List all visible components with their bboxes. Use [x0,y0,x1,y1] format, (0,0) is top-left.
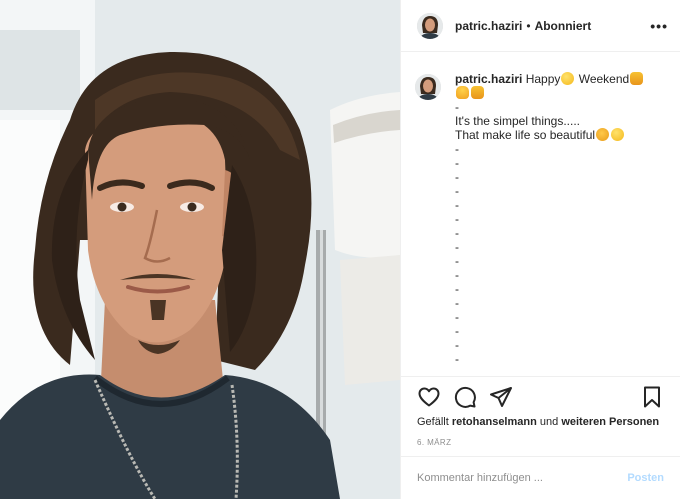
raising-hands-emoji-icon [471,86,484,99]
post-caption: patric.haziri Happy Weekend - It's the s… [455,72,644,366]
caption-line-beautiful: That make life so beautiful [455,128,644,142]
comments-section: patric.haziri Happy Weekend - It's the s… [401,60,680,372]
other-likers-link[interactable]: weiteren Personen [561,416,659,428]
caption-dash: - [455,296,459,310]
caption-row: patric.haziri Happy Weekend - It's the s… [415,72,664,366]
heart-icon[interactable] [417,385,441,409]
action-icons-row [417,377,664,417]
caption-dash: - [455,282,459,296]
post-photo[interactable] [0,0,400,499]
caption-dash: - [455,268,459,282]
first-liker-link[interactable]: retohanselmann [452,416,537,428]
comment-input[interactable] [417,472,628,484]
caption-text-happy: Happy [525,72,561,86]
likes-prefix: Gefällt [417,416,449,428]
caption-dash: - [455,184,459,198]
grinning-emoji-icon [561,72,575,85]
caption-dash: - [455,338,459,352]
paper-plane-icon[interactable] [489,385,513,409]
bookmark-icon[interactable] [640,385,664,409]
caption-dash: - [455,254,459,268]
caption-line-2 [455,86,644,100]
raising-hands-emoji-icon [630,72,644,85]
likes-and: und [539,416,559,428]
caption-dash: - [455,240,459,254]
caption-dash: - [455,226,459,240]
likes-summary: Gefällt retohanselmann und weiteren Pers… [417,416,664,428]
caption-username[interactable]: patric.haziri [455,72,522,86]
caption-line-simple-things: It's the simpel things..... [455,114,581,128]
add-comment-bar: Posten [401,456,680,499]
kiss-emoji-icon [611,128,625,141]
post-sidebar: patric.haziri • Abonniert ••• patric.haz… [400,0,680,499]
post-header: patric.haziri • Abonniert ••• [401,0,680,52]
caption-dash: - [455,170,459,184]
caption-dash: - [455,310,459,324]
more-horizontal-icon[interactable]: ••• [650,18,668,34]
caption-author-avatar[interactable] [415,74,441,100]
caption-text-weekend: Weekend [575,72,630,86]
header-separator: • [526,18,531,33]
person-bowing-emoji-icon [456,86,469,99]
caption-dash: - [455,198,459,212]
post-comment-button[interactable]: Posten [627,472,664,484]
caption-line-1: patric.haziri Happy Weekend [455,72,644,86]
author-avatar[interactable] [417,12,443,39]
avatar-image [417,12,443,39]
author-username[interactable]: patric.haziri [455,19,522,33]
caption-dash: - [455,212,459,226]
avatar-image [415,74,441,100]
post-photo-graphic [0,0,400,499]
caption-text-beautiful: That make life so beautiful [455,128,596,142]
caption-dash: - [455,142,459,156]
clapping-emoji-icon [596,128,610,141]
caption-dash: - [455,324,459,338]
follow-status-button[interactable]: Abonniert [535,19,592,33]
caption-dash: - [455,156,459,170]
post-date[interactable]: 6. MÄRZ [417,438,664,447]
post-actions: Gefällt retohanselmann und weiteren Pers… [401,376,680,447]
comment-icon[interactable] [453,385,477,409]
caption-dash: - [455,352,459,366]
caption-dash: - [455,100,459,114]
